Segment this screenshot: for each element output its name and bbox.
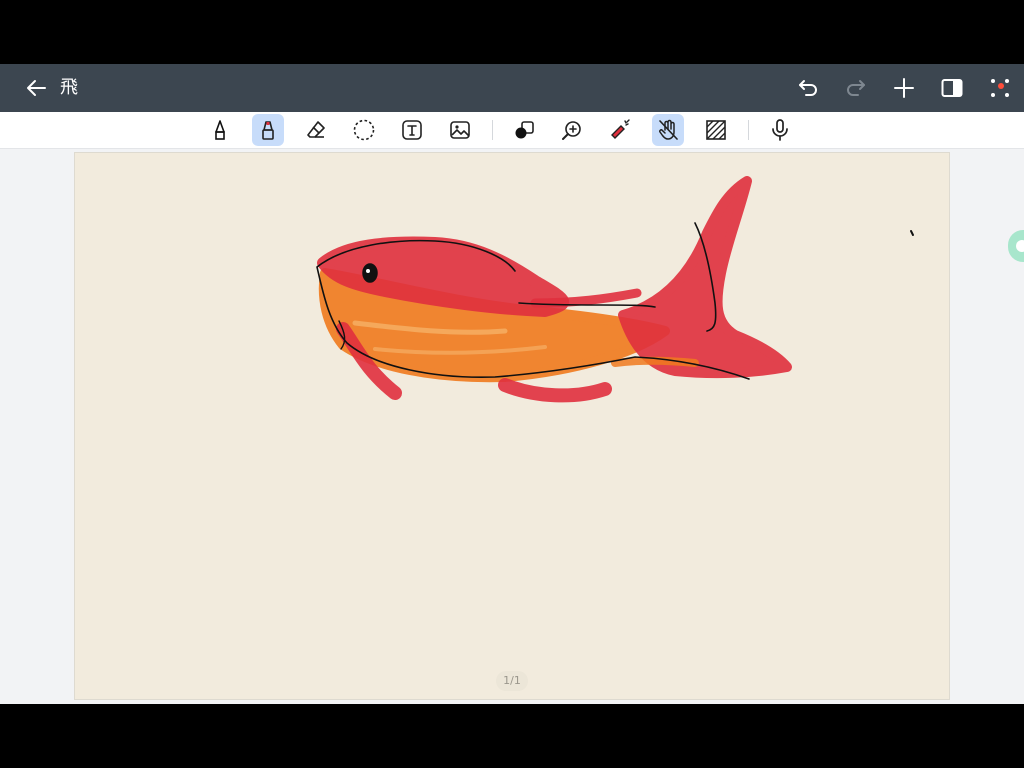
title-bar: 飛	[0, 64, 1024, 112]
zoom-in-icon	[562, 121, 581, 140]
pen-icon	[215, 120, 225, 140]
shapes-tool[interactable]	[508, 114, 540, 146]
lasso-tool[interactable]	[348, 114, 380, 146]
hatch-pattern-icon	[706, 120, 726, 140]
arrow-left-icon	[27, 80, 46, 96]
hand-off-icon	[659, 119, 678, 140]
add-page-button[interactable]	[892, 76, 916, 100]
note-title[interactable]: 飛	[60, 76, 78, 100]
pattern-tool[interactable]	[700, 114, 732, 146]
page-indicator: 1/1	[496, 671, 528, 691]
toolbar-divider	[748, 120, 749, 140]
redo-icon	[847, 80, 865, 96]
split-view-icon	[941, 79, 963, 97]
microphone-icon	[772, 119, 788, 141]
undo-button[interactable]	[796, 76, 820, 100]
notification-dot	[998, 83, 1004, 89]
highlighter-icon	[262, 121, 274, 140]
laser-pointer-icon	[611, 119, 630, 139]
note-app: 飛 1/1	[0, 64, 1024, 704]
pen-tool[interactable]	[204, 114, 236, 146]
plus-icon	[894, 78, 914, 98]
assistant-bubble[interactable]	[1008, 230, 1024, 262]
voice-tool[interactable]	[764, 114, 796, 146]
goldfish-drawing	[316, 176, 914, 403]
zoom-tool[interactable]	[556, 114, 588, 146]
undo-icon	[799, 80, 817, 96]
laser-tool[interactable]	[604, 114, 636, 146]
drawing-toolbar	[0, 112, 1024, 149]
lasso-icon	[353, 119, 375, 141]
touch-draw-toggle[interactable]	[652, 114, 684, 146]
redo-button[interactable]	[844, 76, 868, 100]
text-tool[interactable]	[396, 114, 428, 146]
split-view-button[interactable]	[940, 76, 964, 100]
eraser-tool[interactable]	[300, 114, 332, 146]
highlighter-tool[interactable]	[252, 114, 284, 146]
drawing-canvas[interactable]: 1/1	[74, 152, 950, 700]
back-button[interactable]	[24, 76, 48, 100]
image-icon	[450, 121, 470, 139]
eraser-icon	[307, 121, 325, 138]
toolbar-divider	[492, 120, 493, 140]
text-box-icon	[402, 120, 422, 140]
chat-icon	[1016, 240, 1024, 252]
image-tool[interactable]	[444, 114, 476, 146]
more-button[interactable]	[988, 76, 1012, 100]
shapes-icon	[515, 121, 534, 139]
